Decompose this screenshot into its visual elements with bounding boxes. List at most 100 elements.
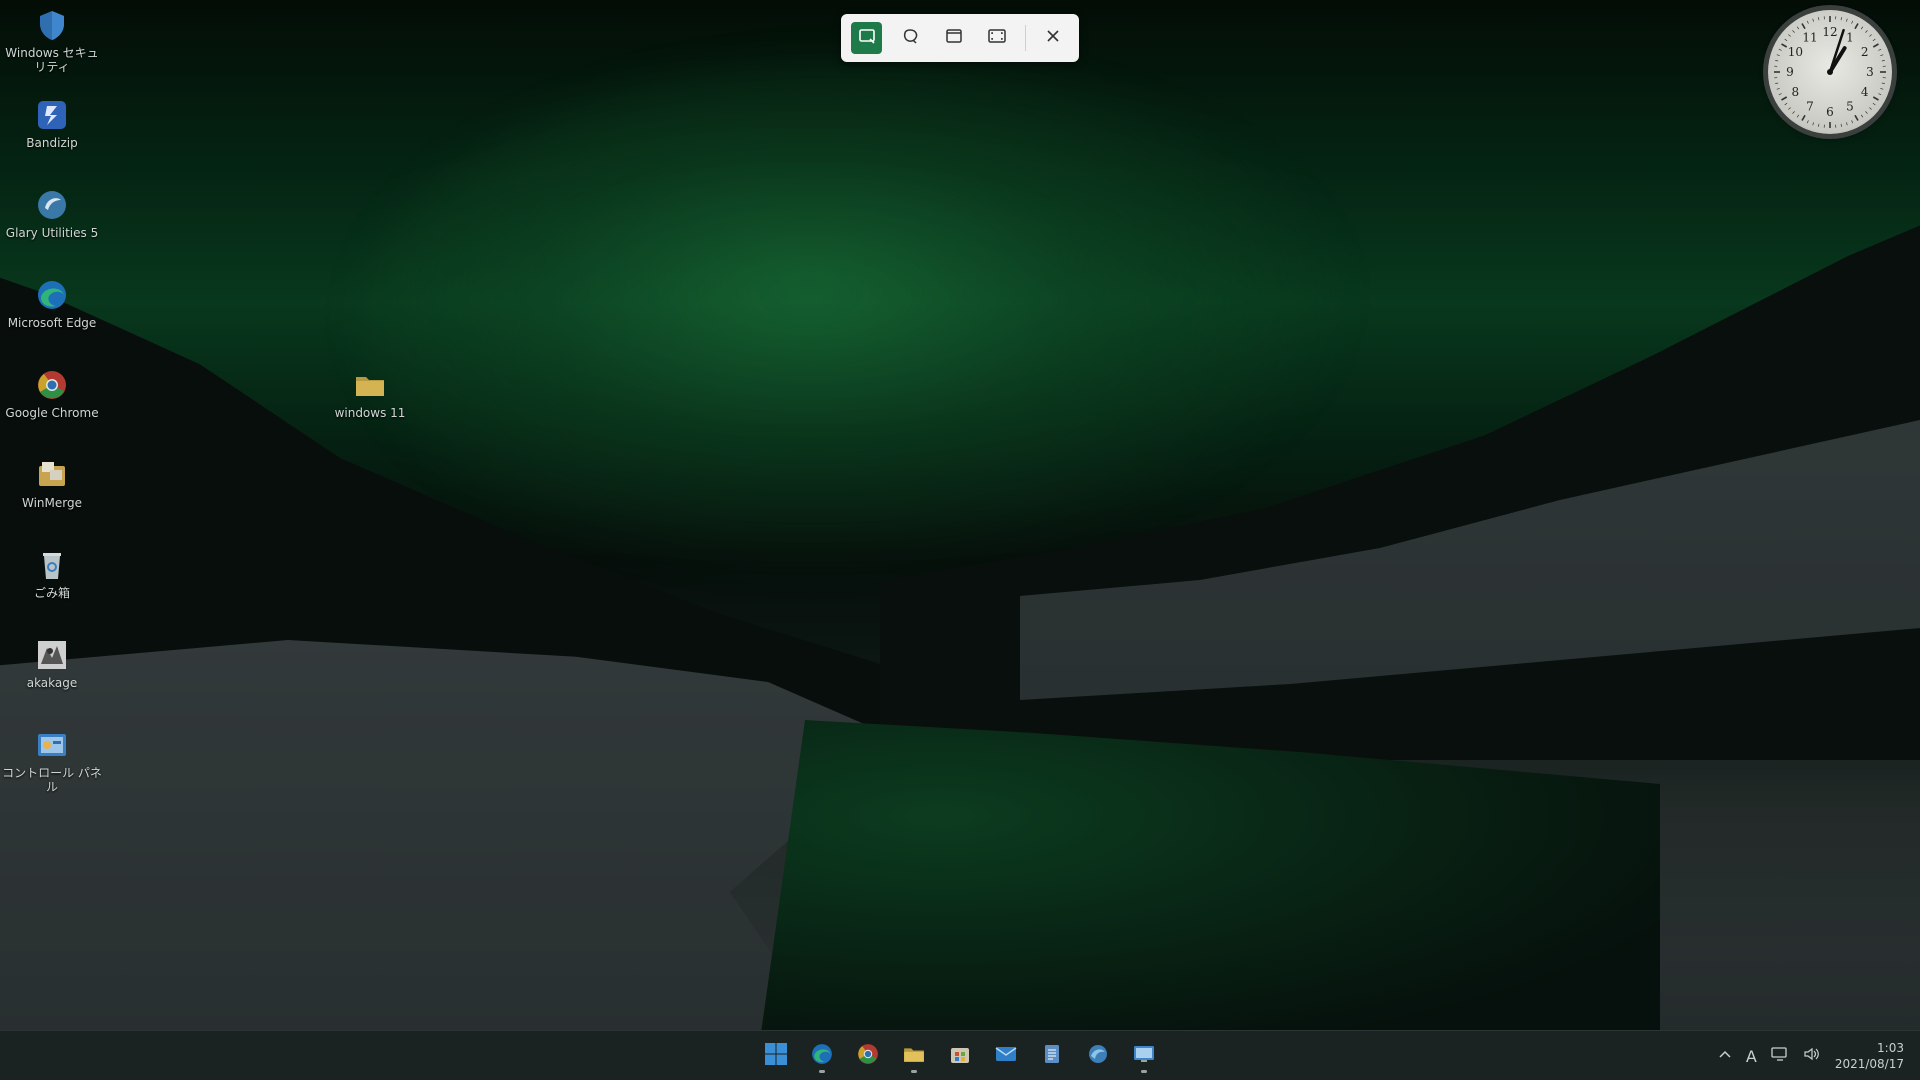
clock-tick bbox=[1881, 82, 1885, 84]
tray-date: 2021/08/17 bbox=[1834, 1057, 1904, 1071]
clock-tick bbox=[1792, 111, 1795, 114]
running-indicator bbox=[1141, 1070, 1147, 1073]
clock-tick bbox=[1840, 123, 1842, 127]
taskbar-browser-button[interactable] bbox=[1078, 1038, 1118, 1074]
clock-tick bbox=[1872, 38, 1876, 42]
clock-tick bbox=[1792, 30, 1795, 33]
tray-time: 1:03 bbox=[1877, 1041, 1904, 1055]
clock-tick bbox=[1781, 96, 1788, 101]
clock-tick bbox=[1784, 38, 1788, 42]
window-snip-icon bbox=[944, 26, 964, 50]
desktop-icon-label: WinMerge bbox=[22, 496, 82, 510]
control-panel-icon bbox=[35, 728, 69, 762]
clock-tick bbox=[1818, 123, 1820, 127]
toolbar-divider bbox=[1024, 25, 1026, 51]
desktop-icon-label: Windows セキュリティ bbox=[5, 46, 99, 74]
clock-tick bbox=[1880, 88, 1884, 90]
window-snip-button[interactable] bbox=[938, 22, 969, 54]
clock-tick bbox=[1801, 114, 1806, 121]
taskbar-apps bbox=[756, 1038, 1164, 1074]
clock-number: 6 bbox=[1826, 105, 1834, 119]
desktop-icon-winmerge[interactable]: WinMerge bbox=[2, 458, 102, 510]
clock-tick bbox=[1846, 122, 1848, 126]
clock-number: 7 bbox=[1806, 100, 1814, 114]
taskbar-clock[interactable]: 1:03 2021/08/17 bbox=[1835, 1040, 1904, 1072]
running-indicator bbox=[911, 1070, 917, 1073]
desktop-icon-control-panel[interactable]: コントロール パネル bbox=[2, 728, 102, 794]
desktop-icon-label: コントロール パネル bbox=[2, 766, 102, 794]
freeform-snip-icon bbox=[900, 26, 920, 50]
clock-tick bbox=[1806, 120, 1809, 124]
clock-number: 12 bbox=[1822, 25, 1837, 39]
mail-icon bbox=[994, 1042, 1018, 1070]
desktop-icon-recycle-bin[interactable]: ごみ箱 bbox=[2, 548, 102, 600]
notepad-icon bbox=[1040, 1042, 1064, 1070]
clock-tick bbox=[1872, 102, 1876, 106]
desktop-icon-microsoft-edge[interactable]: Microsoft Edge bbox=[2, 278, 102, 330]
running-indicator bbox=[819, 1070, 825, 1073]
clock-number: 3 bbox=[1866, 65, 1874, 79]
rectangle-snip-button[interactable] bbox=[851, 22, 883, 54]
taskbar-notepad-button[interactable] bbox=[1032, 1038, 1072, 1074]
clock-number: 9 bbox=[1786, 65, 1794, 79]
windows-security-icon bbox=[35, 8, 69, 42]
clock-number: 4 bbox=[1861, 85, 1869, 99]
taskbar-file-explorer-button[interactable] bbox=[894, 1038, 934, 1074]
taskbar-chrome-button[interactable] bbox=[848, 1038, 888, 1074]
chrome-icon bbox=[856, 1042, 880, 1070]
taskbar-start-button[interactable] bbox=[756, 1038, 796, 1074]
clock-tick bbox=[1880, 54, 1884, 56]
akakage-icon bbox=[35, 638, 69, 672]
clock-tick bbox=[1788, 107, 1791, 110]
clock-tick bbox=[1860, 26, 1864, 30]
clock-tick bbox=[1801, 23, 1806, 30]
desktop-icon-label: ごみ箱 bbox=[33, 586, 70, 600]
desktop-icon-akakage[interactable]: akakage bbox=[2, 638, 102, 690]
desktop-icon-windows-security[interactable]: Windows セキュリティ bbox=[2, 8, 102, 74]
clock-gadget[interactable]: 12 1 2 3 4 5 6 7 8 9 10 11 bbox=[1768, 10, 1892, 134]
store-icon bbox=[948, 1042, 972, 1070]
snip-overlay-dim bbox=[0, 0, 1920, 1080]
clock-tick bbox=[1865, 111, 1868, 114]
edge-icon bbox=[35, 278, 69, 312]
taskbar-mail-button[interactable] bbox=[986, 1038, 1026, 1074]
clock-tick bbox=[1788, 34, 1791, 37]
desktop-icon-label: Glary Utilities 5 bbox=[5, 226, 99, 240]
clock-tick bbox=[1846, 18, 1848, 22]
desktop[interactable]: Windows セキュリティ Bandizip Glary Utilities … bbox=[0, 0, 1920, 1080]
clock-tick bbox=[1854, 114, 1859, 121]
ime-indicator[interactable]: A bbox=[1746, 1047, 1757, 1066]
fullscreen-snip-icon bbox=[987, 26, 1007, 50]
desktop-icon-glary-utilities[interactable]: Glary Utilities 5 bbox=[2, 188, 102, 240]
glary-utilities-icon bbox=[35, 188, 69, 222]
chevron-up-icon[interactable] bbox=[1718, 1047, 1732, 1066]
fullscreen-snip-button[interactable] bbox=[981, 22, 1012, 54]
clock-tick bbox=[1806, 20, 1809, 24]
desktop-icon-label: Bandizip bbox=[26, 136, 78, 150]
clock-tick bbox=[1812, 122, 1814, 126]
clock-tick bbox=[1775, 82, 1779, 84]
clock-number: 5 bbox=[1846, 100, 1854, 114]
desktop-icon-bandizip[interactable]: Bandizip bbox=[2, 98, 102, 150]
system-tray: A 1:03 2021/08/17 bbox=[1718, 1031, 1904, 1080]
desktop-folder-windows-11[interactable]: windows 11 bbox=[320, 368, 420, 420]
clock-tick bbox=[1869, 107, 1872, 110]
taskbar-store-button[interactable] bbox=[940, 1038, 980, 1074]
clock-tick bbox=[1872, 96, 1879, 101]
network-icon[interactable] bbox=[1771, 1046, 1789, 1066]
clock-tick bbox=[1854, 23, 1859, 30]
bandizip-icon bbox=[35, 98, 69, 132]
taskbar-remote-desktop-button[interactable] bbox=[1124, 1038, 1164, 1074]
clock-number: 8 bbox=[1792, 85, 1800, 99]
recycle-bin-icon bbox=[35, 548, 69, 582]
start-icon bbox=[764, 1042, 788, 1070]
taskbar-edge-button[interactable] bbox=[802, 1038, 842, 1074]
volume-icon[interactable] bbox=[1803, 1046, 1821, 1066]
desktop-icon-google-chrome[interactable]: Google Chrome bbox=[2, 368, 102, 420]
winmerge-icon bbox=[35, 458, 69, 492]
clock-tick bbox=[1784, 102, 1788, 106]
freeform-snip-button[interactable] bbox=[894, 22, 925, 54]
clock-number: 11 bbox=[1802, 30, 1817, 44]
close-snip-button[interactable] bbox=[1038, 22, 1069, 54]
clock-tick bbox=[1840, 17, 1842, 21]
